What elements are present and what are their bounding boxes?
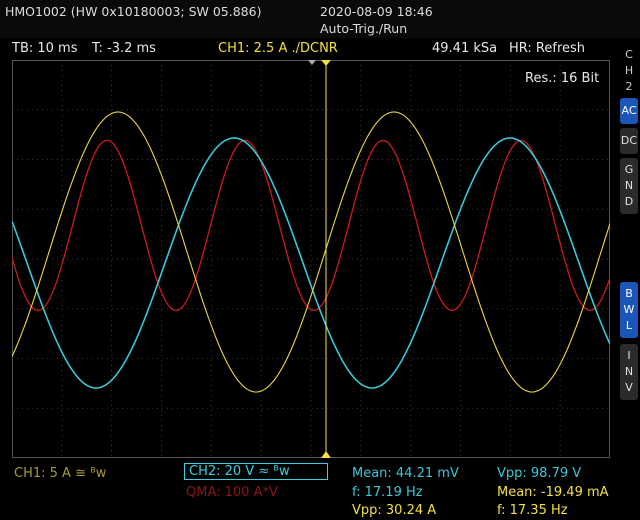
sample-rate: 49.41 kSa [432, 41, 498, 56]
trigger-bottom-marker-icon [321, 451, 331, 458]
freq-ch1: f: 17.35 Hz [497, 503, 568, 518]
timestamp: 2020-08-09 18:46 [320, 4, 433, 19]
mean-ch2: Mean: 44.21 mV [352, 466, 459, 481]
dc-coupling-button[interactable]: DC [620, 128, 638, 154]
waveform-display[interactable] [12, 60, 610, 458]
graticule [12, 60, 610, 458]
channel-label: CH2 [624, 48, 634, 93]
invert-button[interactable]: INV [620, 344, 638, 400]
gnd-button[interactable]: GND [620, 158, 638, 214]
bwl-button[interactable]: BWL [620, 282, 638, 338]
resolution-label: Res.: 16 Bit [525, 71, 600, 86]
timebase[interactable]: TB: 10 ms [12, 41, 77, 56]
freq-ch2: f: 17.19 Hz [352, 485, 423, 500]
hr-mode[interactable]: HR: Refresh [509, 41, 585, 56]
measurement-footer: CH1: 5 A ≅ ᴮw CH2: 20 V ≈ ᴮw QMA: 100 A*… [0, 460, 640, 520]
mean-ch1: Mean: -19.49 mA [497, 485, 609, 500]
ac-coupling-button[interactable]: AC [620, 98, 638, 124]
ch1-setting[interactable]: CH1: 2.5 A ./DCNR [218, 41, 338, 56]
ch1-scale[interactable]: CH1: 5 A ≅ ᴮw [14, 466, 106, 481]
vpp-ch2: Vpp: 98.79 V [497, 466, 582, 481]
vpp-math: Vpp: 30.24 A [352, 503, 437, 518]
qma-scale[interactable]: QMA: 100 A*V [186, 485, 278, 500]
ch2-scale[interactable]: CH2: 20 V ≈ ᴮw [184, 463, 328, 480]
top-marker-left-icon [308, 60, 316, 65]
trigger-top-marker-icon [321, 60, 331, 66]
trigger-mode: Auto-Trig./Run [320, 21, 408, 36]
trigger-time[interactable]: T: -3.2 ms [92, 41, 156, 56]
status-bar: TB: 10 ms T: -3.2 ms CH1: 2.5 A ./DCNR 4… [0, 39, 618, 59]
device-model: HMO1002 (HW 0x10180003; SW 05.886) [5, 4, 262, 19]
title-bar: HMO1002 (HW 0x10180003; SW 05.886) 2020-… [0, 0, 640, 38]
